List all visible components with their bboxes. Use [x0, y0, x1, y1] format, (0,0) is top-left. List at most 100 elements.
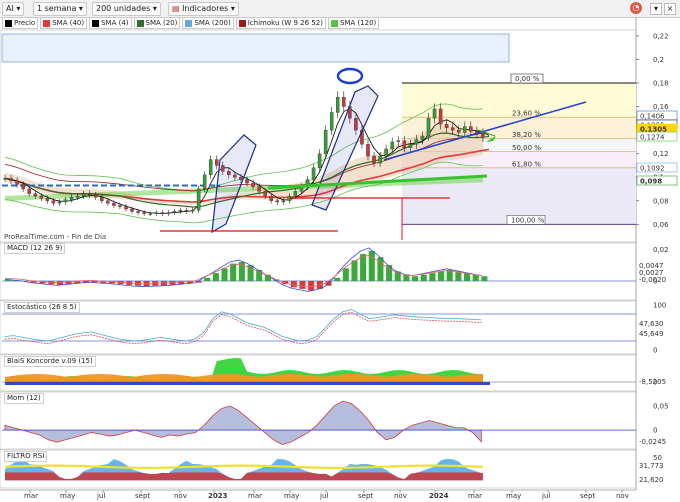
momentum-y-tick: 0 [653, 427, 657, 435]
candle-body [63, 199, 68, 203]
candle-body [366, 144, 370, 157]
stoch-y-tick: 100 [653, 302, 666, 310]
panel-frame-2 [0, 300, 637, 355]
candle-body [214, 159, 219, 166]
candle-body [57, 201, 62, 204]
macd-bar [342, 268, 349, 281]
x-tick-sept: sept [358, 492, 373, 500]
candle-body [275, 200, 279, 203]
x-tick-2024: 2024 [429, 492, 449, 500]
candle-body [469, 126, 473, 132]
y-tick-label: 0,22 [653, 32, 669, 40]
channel-1 [211, 134, 257, 234]
stoch-tag-0: 47,630 [639, 320, 664, 328]
x-tick-mar: mar [468, 492, 482, 500]
candle-body [414, 139, 419, 145]
candle-body [166, 212, 171, 214]
candle-body [3, 178, 7, 180]
filtro-rsi-title[interactable]: FILTRO RSI [4, 451, 48, 462]
koncorde-orange [5, 374, 483, 382]
candle-body [444, 124, 449, 128]
macd-tag-2: -0,0020 [639, 276, 666, 284]
source-label: ProRealTime.com - Fin de Día [4, 233, 107, 241]
candle-body [190, 210, 195, 212]
macd-bar [334, 277, 341, 281]
price-tag-3: 0,1274 [640, 134, 665, 142]
candle-body [9, 178, 13, 181]
macd-bar [429, 273, 436, 281]
momentum-area [4, 400, 482, 446]
highlight-box [1, 33, 510, 63]
candle-body [245, 179, 249, 184]
koncorde-title[interactable]: BlaiS Koncorde v.09 (15) [4, 356, 96, 367]
candle-body [384, 148, 388, 157]
candle-body [142, 212, 146, 214]
fib-label-3: 50,00 % [512, 144, 541, 152]
x-tick-nov: nov [394, 492, 407, 500]
candle-body [148, 213, 152, 215]
macd-bar [464, 273, 471, 281]
candle-body [372, 155, 376, 164]
x-tick-mar: mar [24, 492, 38, 500]
price-tag-5: 0,098 [640, 178, 662, 186]
momentum-title[interactable]: Mom (12) [4, 393, 44, 404]
candle-body [100, 197, 104, 201]
macd-bar [290, 281, 297, 288]
macd-bar [230, 263, 237, 281]
x-tick-sept: sept [135, 492, 150, 500]
macd-bar [481, 276, 488, 281]
price-tag-4: 0,1092 [640, 165, 665, 173]
candle-body [378, 155, 382, 164]
candle-body [396, 140, 400, 143]
candle-body [208, 159, 213, 176]
candle-body [251, 182, 255, 187]
stoch-d [4, 311, 482, 345]
macd-bar [412, 276, 419, 281]
macd-bar [360, 254, 367, 281]
candle-body [281, 200, 286, 203]
candle-body [196, 188, 201, 211]
y-tick-label: 0,16 [653, 103, 669, 111]
candle-body [184, 210, 189, 212]
macd-bar [169, 281, 176, 285]
koncorde-tag: -8,5205 [639, 378, 666, 386]
candle-body [124, 206, 128, 210]
candle-body [160, 212, 165, 214]
stochastic-title[interactable]: Estocástico (26 8 5) [4, 302, 80, 313]
x-tick-sept: sept [580, 492, 595, 500]
candle-body [33, 193, 38, 197]
candle-body [463, 126, 467, 133]
candle-body [69, 197, 74, 200]
rsi-tag-1: 21,620 [639, 476, 664, 484]
candle-body [432, 108, 437, 119]
momentum-tag: -0,0245 [639, 438, 666, 446]
candle-body [450, 127, 455, 131]
chart-canvas: 0,00 %23,60 %38,20 %50,00 %61,80 %100,00… [0, 17, 678, 500]
panel-frame-1 [0, 242, 637, 301]
macd-y-tick: 0,02 [653, 246, 669, 254]
rsi-yellow [4, 464, 483, 469]
candle-body [202, 174, 207, 190]
candle-body [456, 129, 461, 133]
y-tick-label: 0,12 [653, 150, 669, 158]
candle-body [342, 96, 346, 107]
candle-body [329, 112, 334, 131]
momentum-y-tick: 0,05 [653, 403, 669, 411]
candle-body [39, 195, 44, 199]
candle-body [420, 135, 425, 140]
rsi-tag-0: 31,773 [639, 462, 664, 470]
fib-label-top-5: 100,00 % [511, 216, 545, 224]
x-tick-jul: jul [541, 492, 550, 500]
x-tick-may: may [60, 492, 75, 500]
y-tick-label: 0,06 [653, 221, 669, 229]
candle-body [45, 198, 50, 201]
y-tick-label: 0,2 [653, 56, 664, 64]
x-tick-may: may [506, 492, 521, 500]
candle-body [94, 194, 98, 198]
x-tick-jul: jul [319, 492, 328, 500]
macd-title[interactable]: MACD (12 26 9) [4, 243, 66, 254]
x-tick-nov: nov [174, 492, 187, 500]
candle-body [426, 118, 431, 137]
candle-body [154, 212, 158, 214]
x-tick-mar: mar [248, 492, 262, 500]
